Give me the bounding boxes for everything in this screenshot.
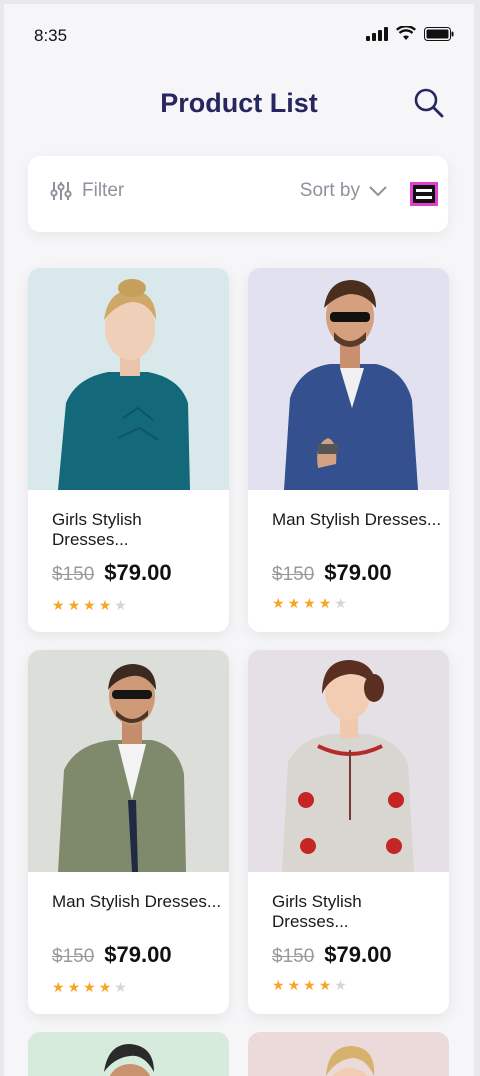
product-name: Man Stylish Dresses... [272,510,442,529]
rating-stars: ★ ★ ★ ★ ★ [272,978,347,992]
filter-button[interactable]: Filter [50,180,124,202]
price-row: $150 $79.00 [52,560,172,586]
sort-label: Sort by [299,180,360,201]
product-image [248,268,449,490]
product-card[interactable]: Man Stylish Dresses... $150 $79.00 ★ ★ ★… [248,268,449,632]
sale-price: $79.00 [104,942,172,967]
product-image [28,268,229,490]
product-card[interactable]: Girls Stylish Dresses... $150 $79.00 ★ ★… [248,650,449,1014]
price-row: $150 $79.00 [272,942,392,968]
product-card[interactable]: Girls Stylish Dresses... $150 $79.00 ★ ★… [28,268,229,632]
star-icon: ★ [98,979,112,995]
star-icon: ★ [287,977,301,993]
sliders-icon [50,182,72,200]
chevron-down-icon [369,186,387,197]
page-title: Product List [160,88,318,118]
original-price: $150 [52,946,95,967]
rating-stars: ★ ★ ★ ★ ★ [52,598,127,612]
status-bar: 8:35 [4,4,474,64]
star-icon: ★ [67,597,81,613]
search-icon[interactable] [412,86,446,120]
product-name: Girls Stylish Dresses... [272,892,362,931]
star-icon: ★ [334,595,347,611]
star-icon: ★ [303,595,316,611]
product-name: Man Stylish Dresses... [52,892,222,911]
original-price: $150 [272,946,315,967]
rating-stars: ★ ★ ★ ★ ★ [52,980,127,994]
star-icon: ★ [334,977,347,993]
filter-label: Filter [82,180,125,201]
product-image [28,650,229,872]
product-card[interactable]: Man Stylish Dresses... $150 $79.00 ★ ★ ★… [28,650,229,1014]
product-card[interactable] [28,1032,229,1076]
star-icon: ★ [83,597,96,613]
star-icon: ★ [272,977,285,993]
sale-price: $79.00 [104,560,172,585]
sale-price: $79.00 [324,942,392,967]
rating-stars: ★ ★ ★ ★ ★ [272,596,347,610]
filter-bar: Filter Sort by [28,156,448,232]
product-card[interactable] [248,1032,449,1076]
star-icon: ★ [287,595,301,611]
star-icon: ★ [318,595,332,611]
product-image [248,650,449,872]
star-icon: ★ [318,977,332,993]
star-icon: ★ [98,597,112,613]
sale-price: $79.00 [324,560,392,585]
star-icon: ★ [52,979,65,995]
app-screen: 8:35 Product List Filter Sort by Girls S… [4,4,474,1076]
battery-icon [424,26,454,41]
star-icon: ★ [52,597,65,613]
page-header: Product List [4,84,474,128]
status-time: 8:35 [34,26,68,45]
star-icon: ★ [114,979,127,995]
status-icons [366,26,454,41]
wifi-icon [396,26,416,40]
price-row: $150 $79.00 [52,942,172,968]
star-icon: ★ [83,979,96,995]
signal-icon [366,26,388,41]
star-icon: ★ [114,597,127,613]
list-view-icon[interactable] [410,182,438,206]
original-price: $150 [272,564,315,585]
original-price: $150 [52,564,95,585]
product-name: Girls Stylish Dresses... [52,510,142,549]
sort-button[interactable]: Sort by [300,180,388,202]
star-icon: ★ [67,979,81,995]
price-row: $150 $79.00 [272,560,392,586]
star-icon: ★ [303,977,316,993]
star-icon: ★ [272,595,285,611]
